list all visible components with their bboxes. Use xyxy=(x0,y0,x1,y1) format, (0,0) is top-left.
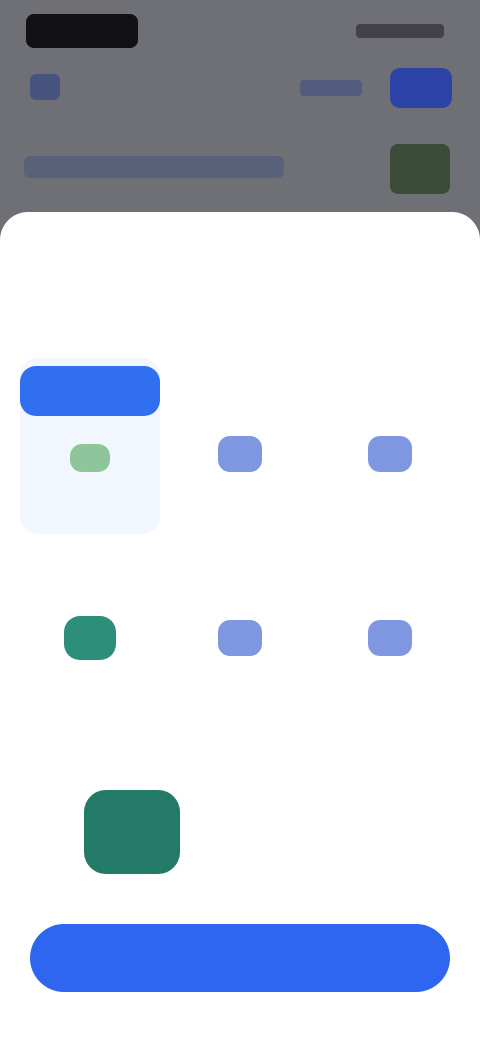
circle-icon xyxy=(218,620,262,656)
background-text xyxy=(24,156,284,178)
option-card-6[interactable] xyxy=(320,542,460,718)
status-icons xyxy=(356,24,444,38)
option-card-3[interactable] xyxy=(320,358,460,534)
circle-icon xyxy=(218,436,262,472)
feature-banner[interactable] xyxy=(84,790,424,880)
option-card-2[interactable] xyxy=(170,358,310,534)
option-tag xyxy=(192,564,288,592)
option-card-4[interactable] xyxy=(20,542,160,718)
back-icon xyxy=(30,74,60,100)
document-icon xyxy=(70,444,110,472)
globe-icon xyxy=(64,616,116,660)
status-time xyxy=(26,14,138,48)
option-card-1[interactable] xyxy=(20,358,160,534)
option-tag xyxy=(20,366,160,416)
top-button xyxy=(390,68,452,108)
option-tag xyxy=(342,564,438,592)
option-tag xyxy=(42,564,138,592)
circle-icon xyxy=(368,436,412,472)
circle-icon xyxy=(368,620,412,656)
background-thumbnail xyxy=(390,144,450,194)
option-tag xyxy=(192,380,288,408)
option-card-5[interactable] xyxy=(170,542,310,718)
feature-image xyxy=(84,790,180,874)
top-link xyxy=(300,80,362,96)
confirm-button[interactable] xyxy=(30,924,450,992)
option-tag xyxy=(342,380,438,408)
background-app xyxy=(0,0,480,230)
